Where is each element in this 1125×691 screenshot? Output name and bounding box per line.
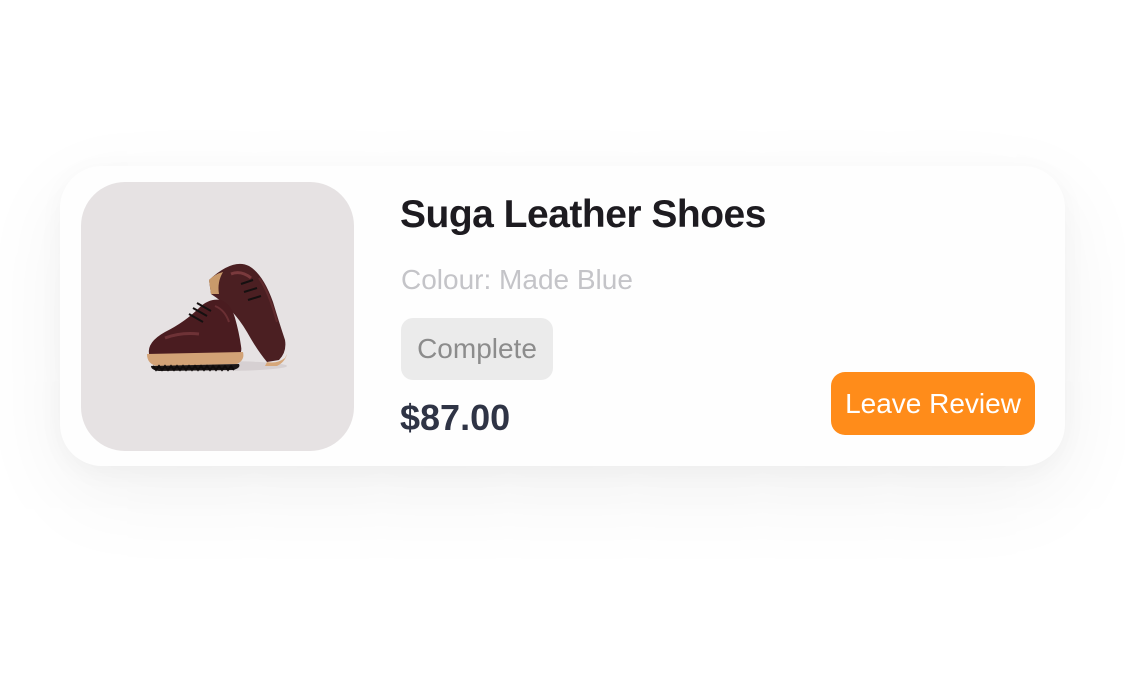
leave-review-button[interactable]: Leave Review [831,372,1035,435]
product-image [81,182,354,451]
shoes-illustration [147,263,287,372]
product-colour: Colour: Made Blue [401,264,633,295]
order-item-card: Suga Leather Shoes Colour: Made Blue Com… [60,166,1065,466]
product-title: Suga Leather Shoes [400,193,766,236]
shoe-front [147,299,244,372]
status-badge: Complete [401,318,553,380]
product-price: $87.00 [400,397,511,438]
